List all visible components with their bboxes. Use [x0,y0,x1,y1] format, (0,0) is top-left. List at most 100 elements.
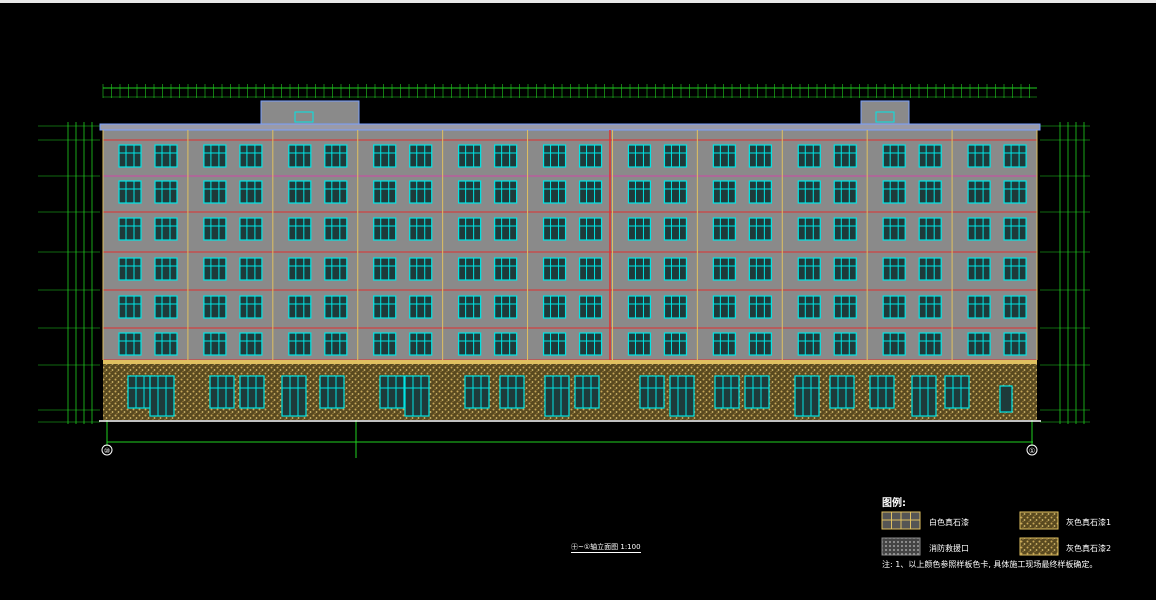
window [882,295,906,319]
window [918,332,942,356]
storefront-window [639,375,665,409]
grid-swatch-icon [881,511,921,530]
window-frame [118,144,142,168]
window-frame [712,257,736,281]
window [203,257,227,281]
legend-swatches [881,511,1059,556]
window-frame [458,180,482,204]
window [748,180,772,204]
legend-label-fire-rescue: 消防救援口 [929,544,969,553]
window-frame [542,217,567,241]
window [1003,295,1027,319]
window-frame [409,257,433,281]
window-frame [578,295,603,319]
storefront-window [127,375,153,409]
window [494,332,518,356]
window [627,144,652,168]
window [712,144,736,168]
storefront-window [209,375,235,409]
window [239,295,263,319]
window [118,144,142,168]
window-frame [203,217,227,241]
window [542,295,567,319]
window-frame [324,295,348,319]
window-frame [797,180,821,204]
window-frame [542,144,567,168]
storefront-window [464,375,490,409]
window-frame [833,180,857,204]
window-frame [324,257,348,281]
window [967,217,991,241]
window [494,144,518,168]
window [494,257,518,281]
window [494,217,518,241]
window [203,180,227,204]
window [203,295,227,319]
window-frame [409,295,433,319]
window-frame [663,295,688,319]
window-frame [627,295,652,319]
window-frame [918,295,942,319]
storefront-frame [281,375,307,417]
window [458,180,482,204]
window [288,217,312,241]
storefront-frame [639,375,665,409]
window [578,295,603,319]
window [578,332,603,356]
window-frame [748,295,772,319]
building-elevation [99,100,1041,422]
window [118,180,142,204]
window [797,332,821,356]
window-frame [154,144,178,168]
storefront-window [574,375,600,409]
window [324,144,348,168]
window-frame [239,295,263,319]
window-frame [712,295,736,319]
window [833,217,857,241]
window-frame [458,295,482,319]
storefront-window [944,375,970,409]
storefront-frame [744,375,770,409]
storefront-window [669,375,695,417]
window [748,295,772,319]
window [154,332,178,356]
window-frame [797,144,821,168]
window-frame [324,332,348,356]
window-frame [324,217,348,241]
window-frame [1003,332,1027,356]
legend-label-white-stone: 白色真石漆 [929,518,969,527]
window-frame [154,257,178,281]
window-frame [494,295,518,319]
window-frame [203,144,227,168]
window [918,257,942,281]
window [882,257,906,281]
window-frame [833,295,857,319]
window [663,180,688,204]
window [748,332,772,356]
window [288,295,312,319]
window-frame [663,257,688,281]
storefront-frame [379,375,405,409]
window-frame [288,217,312,241]
window-frame [797,217,821,241]
window-frame [458,144,482,168]
window [203,332,227,356]
window [748,144,772,168]
window-frame [833,332,857,356]
window [154,217,178,241]
window-frame [409,180,433,204]
window-frame [118,295,142,319]
window-frame [967,180,991,204]
window-frame [918,257,942,281]
legend-title: 图例: [882,498,906,509]
storefront-frame [499,375,525,409]
window-frame [542,295,567,319]
window-frame [494,257,518,281]
window-frame [409,217,433,241]
window-frame [797,295,821,319]
window [918,217,942,241]
window [542,144,567,168]
window [324,295,348,319]
window [833,295,857,319]
window [918,295,942,319]
